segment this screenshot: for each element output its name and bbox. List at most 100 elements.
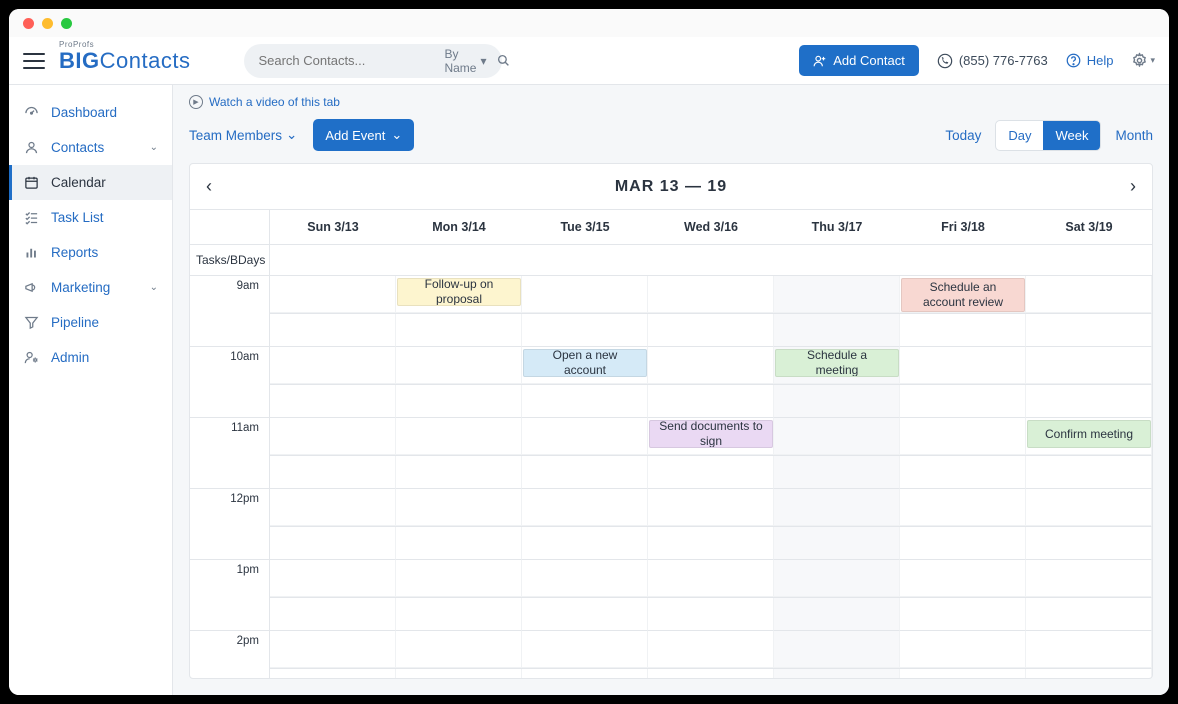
prev-week-button[interactable]: ‹	[206, 176, 212, 197]
day-header: Tue 3/15	[522, 210, 648, 244]
logo-tagline: ProProfs	[59, 40, 94, 49]
tasks-cell[interactable]	[522, 245, 648, 275]
logo-big: BIG	[59, 48, 100, 74]
chevron-down-icon: ⌄	[150, 282, 158, 293]
day-header: Sun 3/13	[270, 210, 396, 244]
hour-label: 1pm	[190, 560, 270, 631]
user-icon	[23, 140, 39, 155]
hour-label: 10am	[190, 347, 270, 418]
hour-row: 10am	[190, 347, 1152, 418]
tasks-cell[interactable]	[648, 245, 774, 275]
day-header: Wed 3/16	[648, 210, 774, 244]
tasks-cell[interactable]	[270, 245, 396, 275]
sidebar: DashboardContacts⌄CalendarTask ListRepor…	[9, 85, 173, 695]
sidebar-item-contacts[interactable]: Contacts⌄	[9, 130, 172, 165]
body: DashboardContacts⌄CalendarTask ListRepor…	[9, 85, 1169, 695]
search-box[interactable]: By Name ▾	[244, 44, 502, 78]
logo-rest: Contacts	[100, 48, 191, 74]
tasks-label: Tasks/BDays	[190, 245, 270, 275]
caret-down-icon: ▾	[480, 54, 486, 68]
calendar-cell[interactable]	[774, 631, 900, 678]
add-event-label: Add Event	[325, 128, 385, 143]
sidebar-item-admin[interactable]: Admin	[9, 340, 172, 375]
add-event-button[interactable]: Add Event ⌄	[313, 119, 414, 151]
titlebar	[9, 9, 1169, 37]
event-open-a-new-account[interactable]: Open a new account	[523, 349, 647, 377]
view-group: Day Week	[995, 120, 1101, 151]
tasks-cell[interactable]	[900, 245, 1026, 275]
tasks-cell[interactable]	[396, 245, 522, 275]
help-link[interactable]: Help	[1066, 53, 1114, 68]
menu-icon[interactable]	[23, 53, 45, 69]
calendar-cell[interactable]	[900, 631, 1026, 678]
play-icon: ▶	[189, 95, 203, 109]
sidebar-item-label: Contacts	[51, 140, 104, 155]
logo[interactable]: ProProfs BIGContacts	[59, 48, 190, 74]
view-week-button[interactable]: Week	[1043, 121, 1100, 150]
phone-number[interactable]: (855) 776-7763	[937, 53, 1048, 69]
hour-row: 1pm	[190, 560, 1152, 631]
sidebar-item-reports[interactable]: Reports	[9, 235, 172, 270]
phone-text: (855) 776-7763	[959, 53, 1048, 68]
event-schedule-a-meeting[interactable]: Schedule a meeting	[775, 349, 899, 377]
sidebar-item-dashboard[interactable]: Dashboard	[9, 95, 172, 130]
help-icon	[1066, 53, 1081, 68]
view-day-button[interactable]: Day	[996, 121, 1043, 150]
sidebar-item-label: Calendar	[51, 175, 106, 190]
sidebar-item-label: Pipeline	[51, 315, 99, 330]
sidebar-item-label: Marketing	[51, 280, 110, 295]
event-send-documents-to-sign[interactable]: Send documents to sign	[649, 420, 773, 448]
phone-icon	[937, 53, 953, 69]
hour-row: 2pm	[190, 631, 1152, 678]
view-controls: Today Day Week Month	[945, 120, 1153, 151]
topbar-right: Add Contact (855) 776-7763 Help ▾	[799, 45, 1155, 76]
day-header: Thu 3/17	[774, 210, 900, 244]
calendar-cell[interactable]	[1026, 631, 1152, 678]
search-icon[interactable]	[497, 54, 510, 67]
topbar: ProProfs BIGContacts By Name ▾ Add Conta…	[9, 37, 1169, 85]
hour-label: 2pm	[190, 631, 270, 678]
hour-row: 12pm	[190, 489, 1152, 560]
add-contact-label: Add Contact	[833, 53, 905, 68]
sidebar-item-label: Reports	[51, 245, 98, 260]
team-members-dropdown[interactable]: Team Members ⌄	[189, 127, 297, 143]
calendar-title-row: ‹ MAR 13 — 19 ›	[190, 164, 1152, 210]
hour-label: 9am	[190, 276, 270, 347]
sidebar-item-label: Task List	[51, 210, 104, 225]
next-week-button[interactable]: ›	[1130, 176, 1136, 197]
add-contact-button[interactable]: Add Contact	[799, 45, 919, 76]
search-byname-dropdown[interactable]: By Name ▾	[444, 47, 486, 75]
today-button[interactable]: Today	[945, 128, 981, 143]
content: ▶ Watch a video of this tab Team Members…	[173, 85, 1169, 695]
event-follow-up-on-proposal[interactable]: Follow-up on proposal	[397, 278, 521, 306]
admin-icon	[23, 350, 39, 365]
sidebar-item-pipeline[interactable]: Pipeline	[9, 305, 172, 340]
window-max-dot[interactable]	[61, 18, 72, 29]
hour-label: 11am	[190, 418, 270, 489]
tasks-cell[interactable]	[1026, 245, 1152, 275]
calendar-cell[interactable]	[396, 631, 522, 678]
hour-label: 12pm	[190, 489, 270, 560]
event-confirm-meeting[interactable]: Confirm meeting	[1027, 420, 1151, 448]
calendar-grid[interactable]: 9am10am11am12pm1pm2pm Follow-up on propos…	[190, 276, 1152, 678]
sidebar-item-task-list[interactable]: Task List	[9, 200, 172, 235]
search-input[interactable]	[258, 53, 434, 68]
window-min-dot[interactable]	[42, 18, 53, 29]
calendar-cell[interactable]	[648, 631, 774, 678]
settings-button[interactable]: ▾	[1131, 52, 1155, 69]
day-header: Fri 3/18	[900, 210, 1026, 244]
calendar: ‹ MAR 13 — 19 › Sun 3/13Mon 3/14Tue 3/15…	[189, 163, 1153, 679]
sidebar-item-marketing[interactable]: Marketing ⌄	[9, 270, 172, 305]
window-close-dot[interactable]	[23, 18, 34, 29]
event-schedule-an-account-review[interactable]: Schedule an account review	[901, 278, 1025, 312]
video-link[interactable]: ▶ Watch a video of this tab	[173, 85, 1169, 119]
tasks-row: Tasks/BDays	[190, 245, 1152, 276]
calendar-icon	[23, 175, 39, 190]
help-text: Help	[1087, 53, 1114, 68]
calendar-cell[interactable]	[522, 631, 648, 678]
calendar-title: MAR 13 — 19	[615, 178, 727, 196]
sidebar-item-calendar[interactable]: Calendar	[9, 165, 172, 200]
calendar-cell[interactable]	[270, 631, 396, 678]
view-month-button[interactable]: Month	[1115, 128, 1153, 143]
tasks-cell[interactable]	[774, 245, 900, 275]
